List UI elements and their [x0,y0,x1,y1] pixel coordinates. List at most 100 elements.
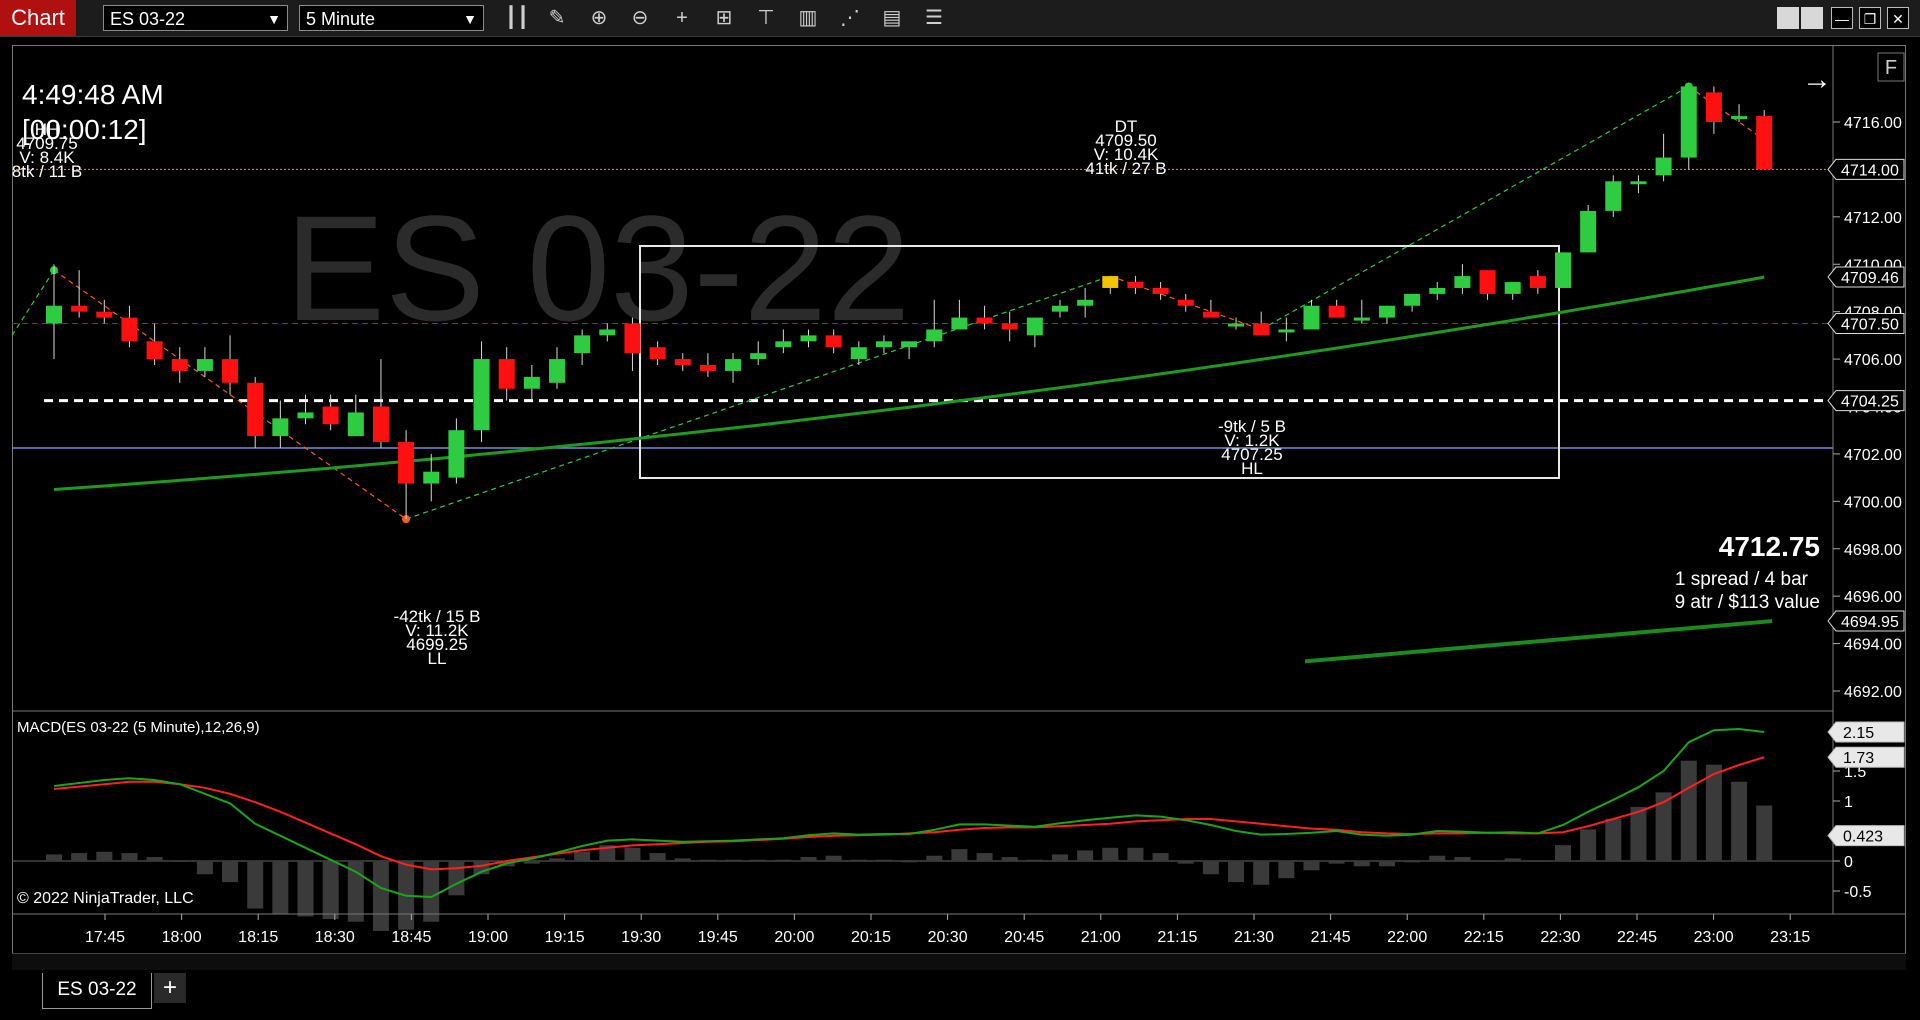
candle-body [1655,157,1672,176]
time-tick-label: 20:30 [928,929,968,946]
time-tick-label: 21:45 [1311,929,1351,946]
macd-histogram-bar [96,851,113,861]
price-axis: 4716.004714.004712.004710.004708.004706.… [1827,115,1905,901]
candle-body [926,329,943,342]
macd-histogram-bar [46,854,62,861]
candle-body [448,430,465,478]
candle-body [699,365,716,371]
macd-histogram-bar [1177,861,1194,864]
candle-body [196,359,213,371]
macd-histogram-bar [448,861,465,896]
candle-body [1228,323,1245,327]
candle-body [649,347,666,360]
candle-body [1630,181,1647,185]
candle-body [674,359,691,366]
time-tick-label: 23:00 [1694,929,1734,946]
macd-tick-label: 0 [1844,854,1853,871]
macd-histogram-bar [1731,781,1748,861]
macd-histogram-bar [674,858,691,861]
swing-label-text: HL [1241,459,1263,478]
candle-body [1102,276,1119,288]
current-price-big: 4712.75 [1719,531,1820,562]
time-tick-label: 19:30 [621,929,661,946]
candle-body [423,471,440,484]
macd-histogram-bar [850,859,867,861]
time-tick-label: 22:15 [1464,929,1504,946]
price-marker-label: 4709.46 [1841,270,1899,287]
candle-body [1680,86,1697,158]
macd-histogram-bar [1127,847,1144,861]
candle-body [1404,293,1421,306]
price-marker-label: 4694.95 [1841,614,1899,631]
price-tick-label: 4692.00 [1844,684,1902,701]
tab-es-03-22[interactable]: ES 03-22 [42,973,152,1009]
macd-histogram-bar [146,857,163,861]
macd-histogram-bar [1630,806,1647,861]
candle-body [1328,305,1345,318]
candle-body [775,341,792,348]
macd-histogram-bar [1705,764,1722,861]
instrument-watermark: ES 03-22 [285,184,910,352]
time-tick-label: 18:15 [238,929,278,946]
candle-body [398,442,415,484]
macd-tick-label: -0.5 [1844,884,1872,901]
price-tick-label: 4694.00 [1844,637,1902,654]
candle-body [247,382,264,437]
macd-histogram-bar [1253,861,1270,885]
time-tick-label: 19:00 [468,929,508,946]
candle-body [951,317,968,330]
macd-histogram-bar [1529,861,1546,862]
macd-histogram-bar [725,859,742,861]
macd-marker-label: 2.15 [1843,725,1874,742]
macd-histogram-bar [272,861,289,914]
macd-histogram-bar [951,849,968,861]
time-tick-label: 17:45 [85,929,125,946]
f-button-label: F [1885,57,1897,79]
macd-histogram-bar [1378,861,1395,867]
macd-histogram-bar [1605,818,1622,861]
price-marker-label: 4707.50 [1841,317,1899,334]
macd-histogram-bar [322,861,339,920]
add-tab-button[interactable]: + [154,973,186,1003]
candle-body [1303,305,1320,330]
candle-body [1077,299,1094,306]
macd-histogram-bar [1429,855,1446,861]
macd-histogram-bar [523,861,540,864]
macd-histogram-bar [121,853,138,861]
chart-canvas[interactable]: ES 03-22 HH4709.75V: 8.4K8tk / 11 BDT470… [0,0,1920,1020]
price-tick-label: 4698.00 [1844,542,1902,559]
candle-body [1454,276,1471,288]
candle-body [71,305,88,312]
swing-line [11,269,55,336]
document-tab-bar [0,974,1920,1020]
swing-line [1688,85,1765,141]
macd-histogram-bar [775,859,792,861]
macd-histogram-bar [1555,845,1571,861]
candle-body [1253,323,1270,336]
price-tick-label: 4712.00 [1844,210,1902,227]
time-tick-label: 18:45 [391,929,431,946]
info-line-2: 9 atr / $113 value [1675,592,1820,613]
candle-body [976,317,993,324]
macd-signal-line [53,756,1765,871]
time-tick-label: 22:45 [1617,929,1657,946]
info-line-1: 1 spread / 4 bar [1675,569,1809,590]
time-tick-label: 21:00 [1081,929,1121,946]
price-tick-label: 4700.00 [1844,494,1902,511]
horizontal-scrollbar[interactable] [12,953,1906,970]
macd-histogram-bar [1026,859,1043,861]
time-tick-label: 18:30 [315,929,355,946]
candle-body [1580,210,1597,253]
candle-body [599,329,616,336]
macd-histogram-bar [1328,861,1345,864]
candle-body [850,347,867,360]
candle-body [1152,287,1169,294]
candle-body [372,406,389,443]
candle-body [1202,311,1219,318]
candle-body [1529,276,1546,288]
macd-histogram-bar [297,861,314,917]
candle-body [825,335,842,348]
candle-body [1001,323,1018,330]
candle-body [1731,116,1748,120]
macd-histogram-bar [196,861,213,875]
